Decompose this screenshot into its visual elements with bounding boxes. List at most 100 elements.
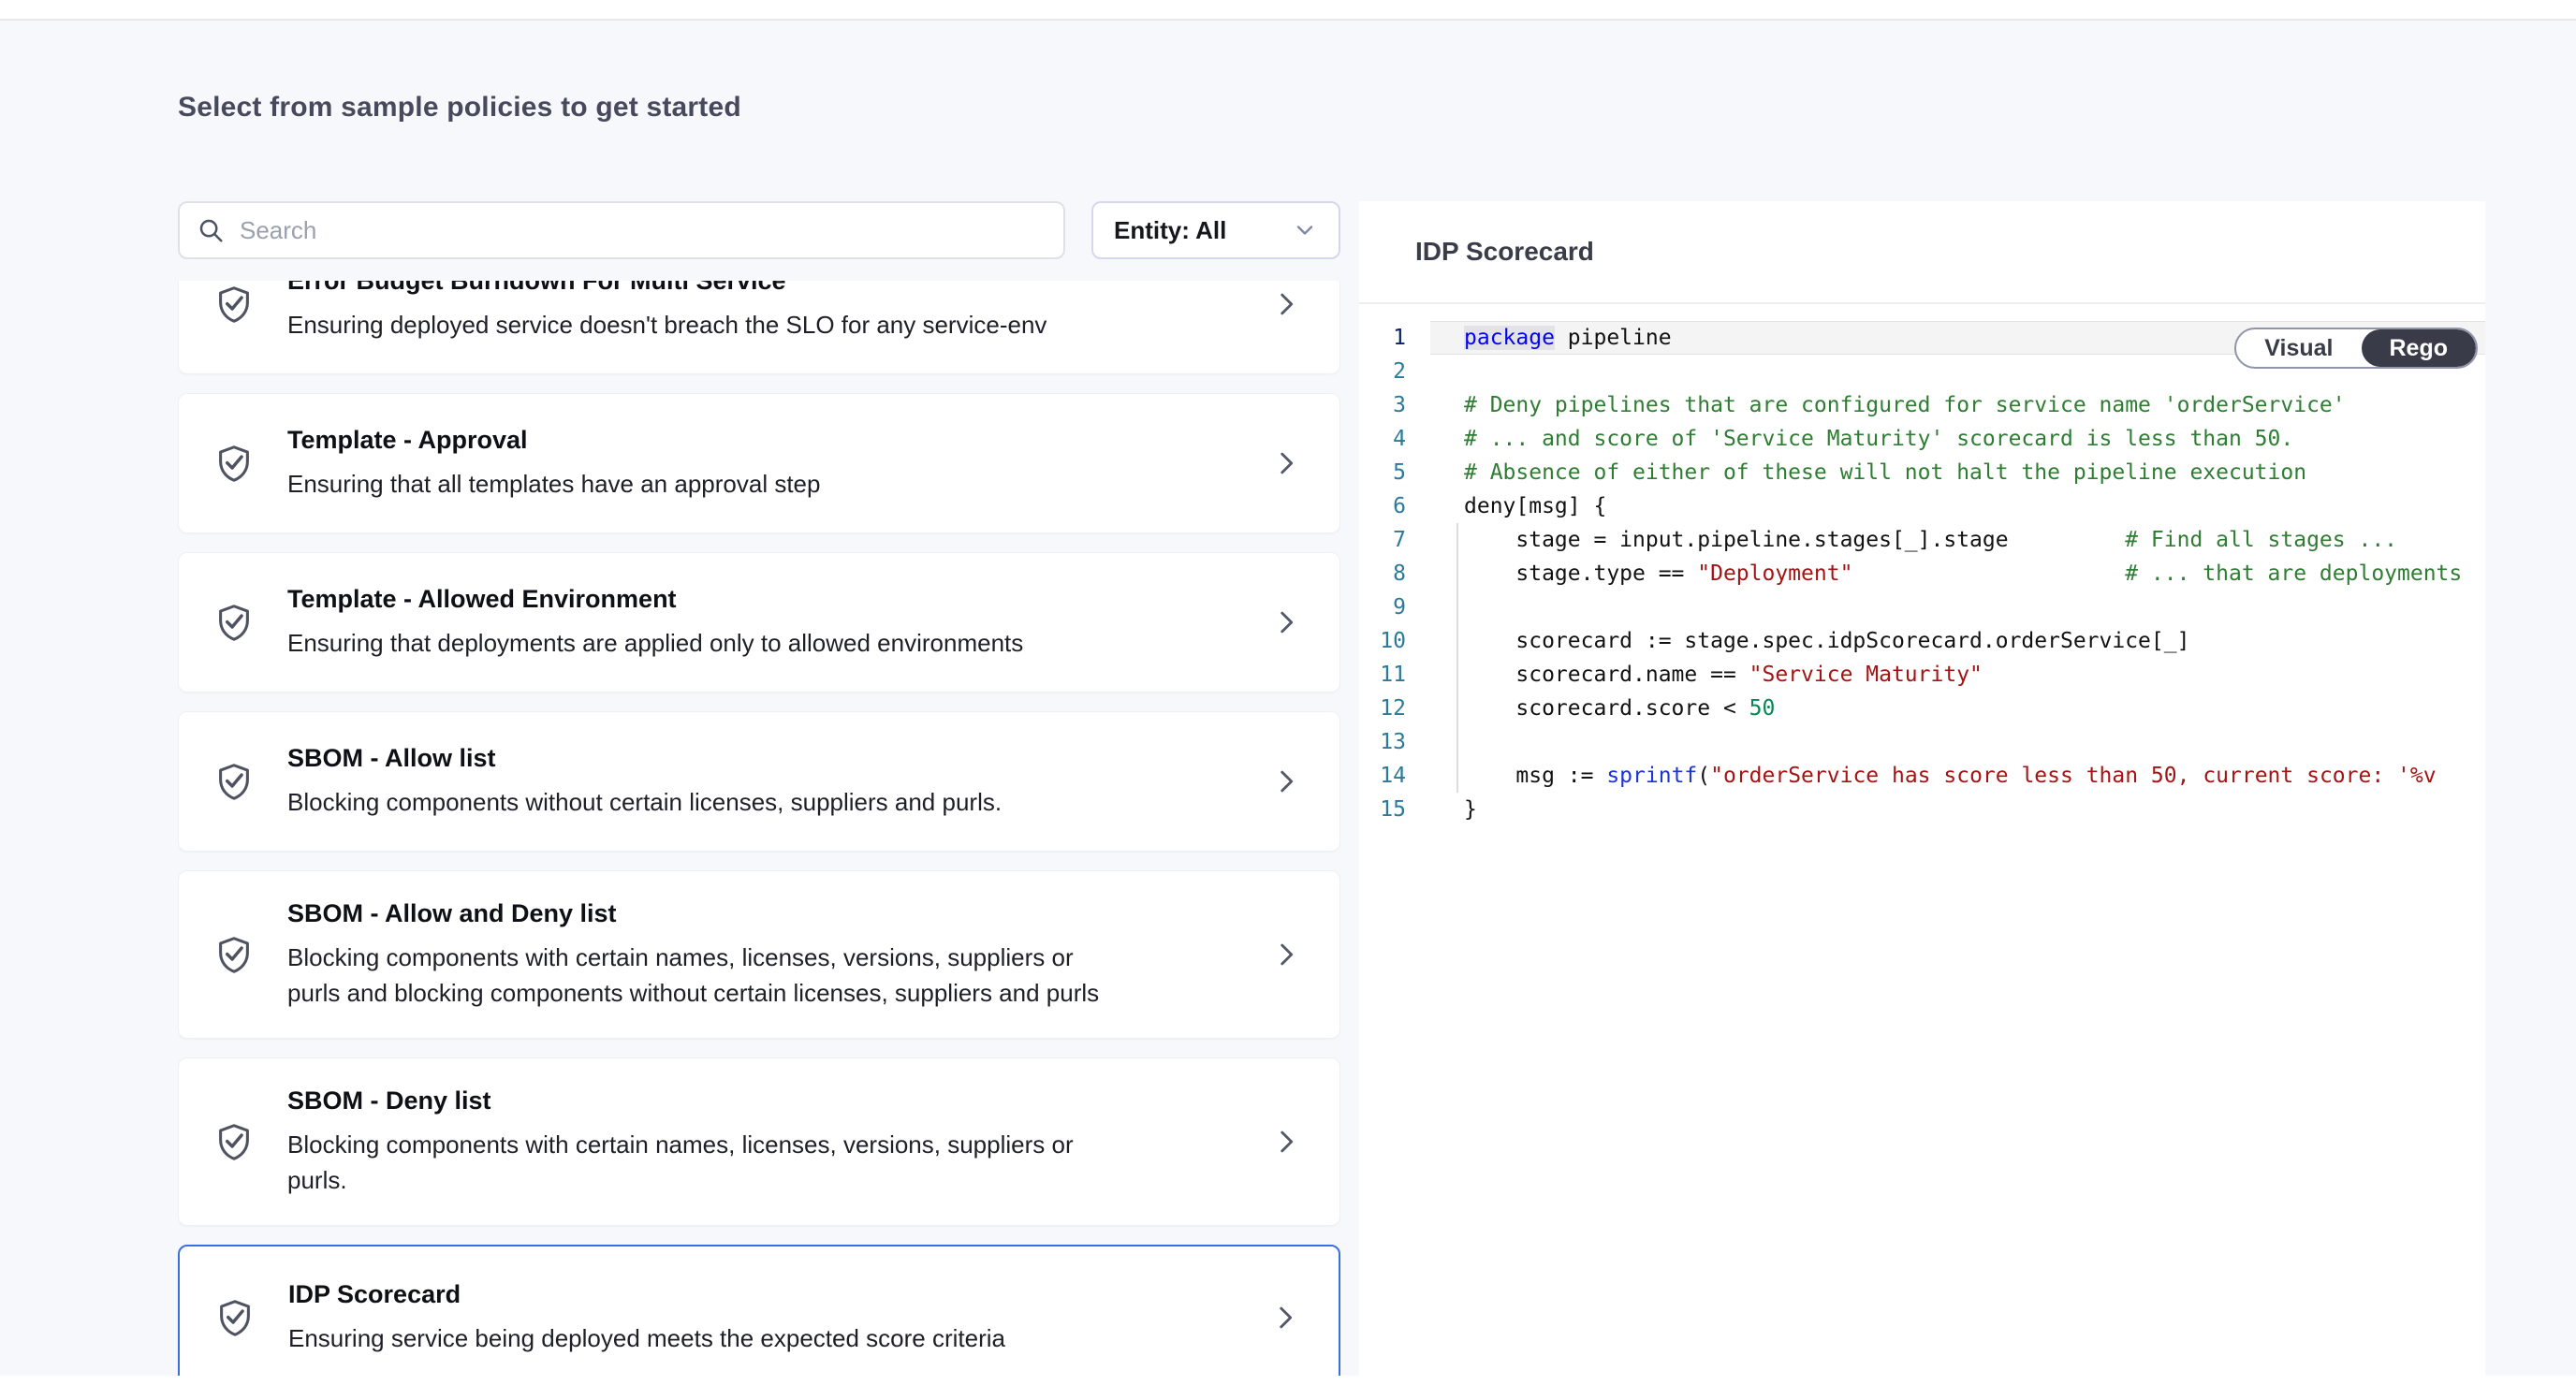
line-number: 4 <box>1359 422 1430 456</box>
line-number: 8 <box>1359 557 1430 590</box>
policy-card[interactable]: Error Budget Burndown For Multi Service … <box>178 281 1340 374</box>
policy-card-text: IDP Scorecard Ensuring service being dep… <box>288 1280 1237 1356</box>
code-line: 13 <box>1359 725 2485 759</box>
visual-toggle-button[interactable]: Visual <box>2236 329 2361 367</box>
policy-title: Template - Allowed Environment <box>287 585 1238 614</box>
policy-title: SBOM - Allow and Deny list <box>287 899 1238 928</box>
shield-check-icon <box>212 601 256 644</box>
policy-card-text: SBOM - Allow list Blocking components wi… <box>287 744 1238 820</box>
code-line: 7 stage = input.pipeline.stages[_].stage… <box>1359 523 2485 557</box>
chevron-right-icon <box>1269 1302 1301 1334</box>
policy-card-text: SBOM - Allow and Deny list Blocking comp… <box>287 899 1238 1011</box>
visual-rego-toggle: Visual Rego <box>2234 328 2478 369</box>
policy-description: Ensuring service being deployed meets th… <box>288 1320 1131 1356</box>
policy-description: Ensuring that deployments are applied on… <box>287 625 1130 661</box>
search-icon <box>197 216 225 244</box>
policy-card[interactable]: SBOM - Allow and Deny list Blocking comp… <box>178 870 1340 1039</box>
line-number: 15 <box>1359 793 1430 826</box>
policy-card[interactable]: IDP Scorecard Ensuring service being dep… <box>178 1245 1340 1378</box>
search-box[interactable] <box>178 201 1065 259</box>
policy-card-text: SBOM - Deny list Blocking components wit… <box>287 1086 1238 1198</box>
code-line: 10 scorecard := stage.spec.idpScorecard.… <box>1359 624 2485 658</box>
code-line: 5 # Absence of either of these will not … <box>1359 456 2485 489</box>
chevron-right-icon <box>1270 447 1302 479</box>
line-number: 2 <box>1359 355 1430 388</box>
line-number: 13 <box>1359 725 1430 759</box>
code-line: 4 # ... and score of 'Service Maturity' … <box>1359 422 2485 456</box>
entity-filter-dropdown[interactable]: Entity: All <box>1091 201 1340 259</box>
line-number: 5 <box>1359 456 1430 489</box>
shield-check-icon <box>212 283 256 326</box>
shield-check-icon <box>212 760 256 803</box>
policy-description: Blocking components with certain names, … <box>287 1127 1130 1198</box>
code-line: 6 deny[msg] { <box>1359 489 2485 523</box>
policy-title: IDP Scorecard <box>288 1280 1237 1309</box>
bottom-strip <box>0 1376 2576 1385</box>
policy-title: Error Budget Burndown For Multi Service <box>287 281 1238 296</box>
chevron-right-icon <box>1270 288 1302 320</box>
detail-header: IDP Scorecard <box>1359 201 2485 304</box>
policy-title: SBOM - Allow list <box>287 744 1238 773</box>
detail-title: IDP Scorecard <box>1415 237 1594 267</box>
policy-description: Blocking components with certain names, … <box>287 940 1130 1011</box>
policy-card-text: Template - Allowed Environment Ensuring … <box>287 585 1238 661</box>
policy-card[interactable]: Template - Allowed Environment Ensuring … <box>178 552 1340 692</box>
line-content: scorecard.score < 50 <box>1430 692 2485 725</box>
code-line: 8 stage.type == "Deployment" # ... that … <box>1359 557 2485 590</box>
chevron-down-icon <box>1292 217 1318 243</box>
policy-title: SBOM - Deny list <box>287 1086 1238 1115</box>
policy-card[interactable]: SBOM - Deny list Blocking components wit… <box>178 1057 1340 1226</box>
rego-toggle-button[interactable]: Rego <box>2362 329 2477 367</box>
line-content: } <box>1430 793 2485 826</box>
search-input[interactable] <box>240 216 1046 245</box>
shield-check-icon <box>212 1120 256 1163</box>
shield-check-icon <box>213 1296 256 1339</box>
policy-card[interactable]: Template - Approval Ensuring that all te… <box>178 393 1340 533</box>
policy-title: Template - Approval <box>287 426 1238 455</box>
line-content <box>1430 725 2485 759</box>
indent-guide <box>1456 523 1458 793</box>
chevron-right-icon <box>1270 765 1302 797</box>
line-content: stage = input.pipeline.stages[_].stage #… <box>1430 523 2485 557</box>
policy-description: Ensuring deployed service doesn't breach… <box>287 307 1130 343</box>
line-content: scorecard := stage.spec.idpScorecard.ord… <box>1430 624 2485 658</box>
code-line: 14 msg := sprintf("orderService has scor… <box>1359 759 2485 793</box>
policy-card[interactable]: SBOM - Allow list Blocking components wi… <box>178 711 1340 852</box>
policy-card-text: Error Budget Burndown For Multi Service … <box>287 281 1238 343</box>
policy-list: Error Budget Burndown For Multi Service … <box>178 281 1340 1378</box>
shield-check-icon <box>212 442 256 485</box>
line-content: stage.type == "Deployment" # ... that ar… <box>1430 557 2485 590</box>
line-content <box>1430 590 2485 624</box>
line-number: 7 <box>1359 523 1430 557</box>
policy-card-text: Template - Approval Ensuring that all te… <box>287 426 1238 502</box>
line-content: deny[msg] { <box>1430 489 2485 523</box>
policy-description: Ensuring that all templates have an appr… <box>287 466 1130 502</box>
shield-check-icon <box>212 933 256 976</box>
page-title: Select from sample policies to get start… <box>178 92 741 124</box>
line-content: # Deny pipelines that are configured for… <box>1430 388 2485 422</box>
line-number: 11 <box>1359 658 1430 692</box>
code-line: 15 } <box>1359 793 2485 826</box>
chevron-right-icon <box>1270 1126 1302 1158</box>
line-number: 10 <box>1359 624 1430 658</box>
code-line: 9 <box>1359 590 2485 624</box>
line-number: 9 <box>1359 590 1430 624</box>
code-editor[interactable]: 1 package pipeline 2 3 # Deny pipelines … <box>1359 304 2485 826</box>
line-content: # ... and score of 'Service Maturity' sc… <box>1430 422 2485 456</box>
policy-description: Blocking components without certain lice… <box>287 784 1130 820</box>
line-content: scorecard.name == "Service Maturity" <box>1430 658 2485 692</box>
line-number: 3 <box>1359 388 1430 422</box>
line-number: 1 <box>1359 321 1430 355</box>
code-line: 12 scorecard.score < 50 <box>1359 692 2485 725</box>
chevron-right-icon <box>1270 939 1302 970</box>
line-content: msg := sprintf("orderService has score l… <box>1430 759 2485 793</box>
policy-detail-panel: IDP Scorecard 1 package pipeline 2 3 # D… <box>1359 201 2485 1385</box>
top-bar <box>0 0 2576 21</box>
line-number: 6 <box>1359 489 1430 523</box>
code-line: 3 # Deny pipelines that are configured f… <box>1359 388 2485 422</box>
code-line: 11 scorecard.name == "Service Maturity" <box>1359 658 2485 692</box>
line-number: 14 <box>1359 759 1430 793</box>
line-content: # Absence of either of these will not ha… <box>1430 456 2485 489</box>
entity-filter-label: Entity: All <box>1114 216 1292 245</box>
line-number: 12 <box>1359 692 1430 725</box>
